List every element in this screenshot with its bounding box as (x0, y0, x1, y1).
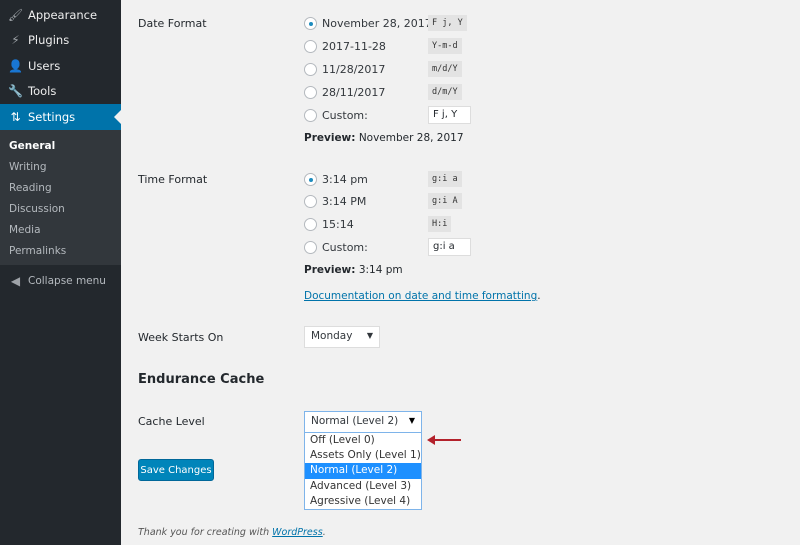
preview-value: November 28, 2017 (358, 132, 464, 144)
menu-users[interactable]: 👤 Users (0, 53, 121, 79)
menu-label: Plugins (28, 33, 70, 47)
date-option-label: Custom: (322, 109, 368, 122)
date-option-label: 11/28/2017 (322, 63, 386, 76)
select-value: Normal (Level 2) (311, 415, 399, 427)
date-radio-custom[interactable] (304, 109, 317, 122)
format-code: m/d/Y (428, 61, 462, 77)
submenu-permalinks[interactable]: Permalinks (9, 245, 66, 257)
wrench-icon: 🔧 (8, 84, 23, 98)
time-preview: Preview: 3:14 pm (304, 264, 403, 276)
date-option-label: 28/11/2017 (322, 86, 386, 99)
date-radio-1[interactable] (304, 17, 317, 30)
menu-label: Tools (28, 84, 57, 98)
option-level-4[interactable]: Agressive (Level 4) (305, 494, 421, 509)
submenu-general[interactable]: General (9, 140, 55, 152)
collapse-label: Collapse menu (28, 275, 106, 287)
option-level-3[interactable]: Advanced (Level 3) (305, 479, 421, 494)
date-radio-3[interactable] (304, 63, 317, 76)
date-option-label: November 28, 2017 (322, 17, 432, 30)
time-option-label: 3:14 PM (322, 195, 367, 208)
date-radio-2[interactable] (304, 40, 317, 53)
option-level-2[interactable]: Normal (Level 2) (305, 463, 421, 479)
custom-date-input[interactable]: F j, Y (428, 106, 471, 124)
date-preview: Preview: November 28, 2017 (304, 132, 464, 144)
submenu-media[interactable]: Media (9, 224, 41, 236)
submenu-writing[interactable]: Writing (9, 161, 47, 173)
preview-label: Preview: (304, 132, 356, 144)
time-radio-custom[interactable] (304, 241, 317, 254)
sliders-icon: ⇅ (10, 110, 21, 124)
save-changes-button[interactable]: Save Changes (138, 459, 214, 481)
week-starts-select[interactable]: Monday ▼ (304, 326, 380, 348)
documentation-link[interactable]: Documentation on date and time formattin… (304, 290, 537, 302)
admin-sidebar: 🖌 Appearance ⚡ Plugins 👤 Users 🔧 Tools ⇅ Sett… (0, 0, 121, 545)
annotation-arrow-icon (427, 435, 461, 445)
preview-label: Preview: (304, 264, 356, 276)
endurance-cache-heading: Endurance Cache (138, 372, 265, 387)
collapse-menu[interactable]: ◀ Collapse menu (0, 268, 121, 294)
menu-label: Appearance (28, 8, 98, 22)
time-radio-2[interactable] (304, 195, 317, 208)
date-option-label: 2017-11-28 (322, 40, 386, 53)
doc-link-wrap: Documentation on date and time formattin… (304, 290, 541, 302)
format-code: F j, Y (428, 15, 467, 31)
plug-icon: ⚡ (11, 33, 20, 47)
settings-submenu: General Writing Reading Discussion Media… (0, 130, 121, 265)
date-format-label: Date Format (138, 17, 207, 30)
period: . (537, 290, 541, 302)
collapse-icon: ◀ (10, 274, 21, 288)
option-level-1[interactable]: Assets Only (Level 1) (305, 448, 421, 463)
submenu-reading[interactable]: Reading (9, 182, 52, 194)
time-format-label: Time Format (138, 173, 208, 186)
week-starts-label: Week Starts On (138, 331, 224, 344)
footer-label: Thank you for creating with (138, 527, 273, 538)
menu-plugins[interactable]: ⚡ Plugins (0, 27, 121, 53)
user-icon: 👤 (8, 59, 23, 73)
select-value: Monday (311, 330, 353, 342)
cache-level-label: Cache Level (138, 415, 205, 428)
date-radio-4[interactable] (304, 86, 317, 99)
menu-label: Settings (28, 110, 76, 124)
dropdown-arrow-icon: ▼ (408, 416, 415, 425)
footer-text: Thank you for creating with WordPress. (138, 527, 326, 538)
period: . (322, 527, 326, 538)
wordpress-link[interactable]: WordPress (272, 527, 323, 538)
submenu-discussion[interactable]: Discussion (9, 203, 65, 215)
time-option-label: Custom: (322, 241, 368, 254)
paintbrush-icon: 🖌 (7, 8, 24, 22)
custom-time-input[interactable]: g:i a (428, 238, 471, 256)
format-code: Y-m-d (428, 38, 462, 54)
dropdown-arrow-icon: ▼ (366, 331, 373, 340)
current-caret (114, 110, 121, 124)
menu-label: Users (28, 59, 61, 73)
format-code: H:i (428, 216, 452, 232)
preview-value: 3:14 pm (358, 264, 403, 276)
cache-level-options: Off (Level 0) Assets Only (Level 1) Norm… (304, 432, 422, 510)
format-code: g:i A (428, 193, 462, 209)
format-code: g:i a (428, 171, 462, 187)
time-radio-3[interactable] (304, 218, 317, 231)
time-radio-1[interactable] (304, 173, 317, 186)
menu-tools[interactable]: 🔧 Tools (0, 78, 121, 104)
menu-settings[interactable]: ⇅ Settings (0, 104, 121, 130)
option-level-0[interactable]: Off (Level 0) (305, 433, 421, 448)
menu-appearance[interactable]: 🖌 Appearance (0, 2, 121, 28)
cache-level-select[interactable]: Normal (Level 2) ▼ (304, 411, 422, 433)
time-option-label: 15:14 (322, 218, 354, 231)
time-option-label: 3:14 pm (322, 173, 368, 186)
format-code: d/m/Y (428, 84, 462, 100)
